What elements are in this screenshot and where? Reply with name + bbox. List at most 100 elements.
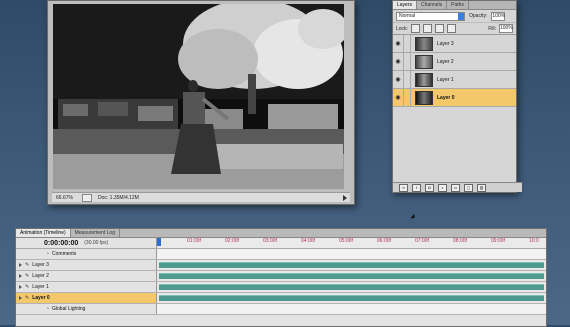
- layer-row[interactable]: ◉ Layer 2: [393, 53, 516, 71]
- time-ruler[interactable]: 01:00f 02:00f 03:00f 04:00f 05:00f 06:00…: [157, 238, 546, 248]
- ruler-tick-label: 09:00f: [491, 238, 505, 244]
- layer-duration-bar[interactable]: [159, 262, 544, 268]
- track-label[interactable]: ✎ Layer 3: [16, 262, 49, 268]
- tab-channels[interactable]: Channels: [417, 1, 448, 9]
- ruler-tick-label: 02:00f: [225, 238, 239, 244]
- link-column[interactable]: [404, 35, 411, 52]
- current-timecode[interactable]: 0:00:00:00: [44, 240, 78, 247]
- eye-icon[interactable]: ◉: [393, 71, 404, 88]
- trash-icon[interactable]: ▥: [477, 183, 486, 192]
- blend-mode-select[interactable]: Normal: [396, 11, 465, 21]
- expand-triangle-icon[interactable]: [19, 285, 22, 289]
- comments-label: Comments: [52, 251, 77, 257]
- timeline-track-selected: ✎ Layer 0: [16, 293, 546, 304]
- animation-panel: Animation (Timeline) Measurement Log 0:0…: [15, 228, 547, 327]
- ruler-tick-label: 01:00f: [187, 238, 201, 244]
- layer-name: Layer 2: [437, 58, 454, 65]
- zoom-level[interactable]: 66.67%: [52, 195, 76, 201]
- global-lighting-track: ◔ Global Lighting: [16, 304, 546, 315]
- comments-label-cell: ◔ Comments: [16, 251, 76, 257]
- link-column[interactable]: [404, 53, 411, 70]
- ruler-tick-label: 10:0: [529, 238, 539, 244]
- tab-animation-timeline[interactable]: Animation (Timeline): [16, 229, 71, 237]
- global-lighting-lane[interactable]: [157, 304, 546, 314]
- add-mask-icon[interactable]: ◘: [425, 183, 434, 192]
- layer-name: Layer 1: [437, 76, 454, 83]
- expand-triangle-icon[interactable]: [19, 296, 22, 300]
- layers-palette: Layers Channels Paths Normal Opacity: 10…: [392, 0, 522, 193]
- frame-rate: (30.00 fps): [84, 240, 109, 246]
- lock-brush-icon[interactable]: [422, 24, 432, 33]
- timeline-track: ✎ Layer 1: [16, 282, 546, 293]
- track-name: Layer 3: [32, 262, 49, 268]
- layers-palette-tabs: Layers Channels Paths: [393, 1, 516, 10]
- tab-layers[interactable]: Layers: [393, 1, 418, 9]
- layer-row[interactable]: ◉ Layer 3: [393, 35, 516, 53]
- status-menu-button[interactable]: [82, 193, 92, 202]
- track-label[interactable]: ✎ Layer 1: [16, 284, 49, 290]
- timeline-track: ✎ Layer 2: [16, 271, 546, 282]
- fill-field[interactable]: 100%: [499, 24, 513, 33]
- eye-icon[interactable]: ◉: [393, 89, 404, 106]
- photo-content: [53, 4, 344, 189]
- layer-row-selected[interactable]: ◉ Layer 0: [393, 89, 516, 107]
- comments-lane[interactable]: [157, 249, 546, 259]
- track-label[interactable]: ✎ Layer 2: [16, 273, 49, 279]
- link-column[interactable]: [404, 89, 411, 106]
- new-group-icon[interactable]: ▭: [451, 183, 460, 192]
- time-ruler-row: 0:00:00:00 (30.00 fps) 01:00f 02:00f 03:…: [16, 238, 546, 249]
- mouse-cursor-icon: [410, 213, 417, 221]
- layer-duration-bar[interactable]: [159, 295, 544, 301]
- new-layer-icon[interactable]: ▢: [464, 183, 473, 192]
- ruler-tick-label: 05:00f: [339, 238, 353, 244]
- expand-triangle-icon[interactable]: [19, 274, 22, 278]
- lock-move-icon[interactable]: [434, 24, 444, 33]
- lock-label: Lock:: [396, 25, 408, 32]
- layer-style-icon[interactable]: f: [412, 183, 421, 192]
- layer-name: Layer 3: [437, 40, 454, 47]
- ruler-tick-label: 07:00f: [415, 238, 429, 244]
- playhead-marker[interactable]: [157, 238, 161, 246]
- image-document-window: 66.67% Doc: 1.35M/4.12M: [47, 0, 355, 205]
- timeline-track: ✎ Layer 3: [16, 260, 546, 271]
- expand-triangle-icon[interactable]: [19, 263, 22, 267]
- layer-thumbnail: [415, 90, 433, 105]
- track-label[interactable]: ✎ Layer 0: [16, 295, 50, 301]
- status-bar: 66.67% Doc: 1.35M/4.12M: [52, 192, 350, 202]
- animation-panel-tabs: Animation (Timeline) Measurement Log: [16, 229, 546, 238]
- layer-name: Layer 0: [437, 94, 455, 101]
- opacity-field[interactable]: 100%: [491, 11, 506, 21]
- fill-label: Fill:: [488, 25, 496, 32]
- eye-icon[interactable]: ◉: [393, 35, 404, 52]
- image-canvas[interactable]: [53, 4, 344, 189]
- pen-icon: ✎: [25, 295, 30, 301]
- layer-thumbnail: [415, 36, 433, 51]
- tab-paths[interactable]: Paths: [447, 1, 469, 9]
- layer-row[interactable]: ◉ Layer 1: [393, 71, 516, 89]
- tab-measurement-log[interactable]: Measurement Log: [71, 229, 120, 237]
- track-name: Layer 0: [32, 295, 50, 301]
- ruler-tick-label: 03:00f: [263, 238, 277, 244]
- eye-icon[interactable]: ◉: [393, 53, 404, 70]
- global-lighting-label: Global Lighting: [52, 306, 86, 312]
- link-layers-icon[interactable]: ∞: [399, 183, 408, 192]
- lock-transparency-icon[interactable]: [410, 24, 420, 33]
- ruler-tick-label: 04:00f: [301, 238, 315, 244]
- layer-duration-bar[interactable]: [159, 284, 544, 290]
- lock-row: Lock: Fill: 100%: [393, 23, 516, 35]
- stopwatch-icon[interactable]: ◔: [46, 251, 49, 257]
- ruler-tick-label: 06:00f: [377, 238, 391, 244]
- blend-row: Normal Opacity: 100%: [393, 10, 516, 23]
- status-arrow-icon[interactable]: [343, 194, 347, 201]
- pen-icon: ✎: [25, 273, 30, 279]
- opacity-label: Opacity:: [469, 13, 488, 19]
- layer-duration-bar[interactable]: [159, 273, 544, 279]
- stopwatch-icon[interactable]: ◔: [46, 306, 49, 312]
- link-column[interactable]: [404, 71, 411, 88]
- track-name: Layer 2: [32, 273, 49, 279]
- lock-all-icon[interactable]: [446, 24, 456, 33]
- adjustment-layer-icon[interactable]: ◐: [438, 183, 447, 192]
- ruler-tick-label: 08:00f: [453, 238, 467, 244]
- global-lighting-label-cell: ◔ Global Lighting: [16, 306, 85, 312]
- doc-size-info: Doc: 1.35M/4.12M: [98, 194, 139, 201]
